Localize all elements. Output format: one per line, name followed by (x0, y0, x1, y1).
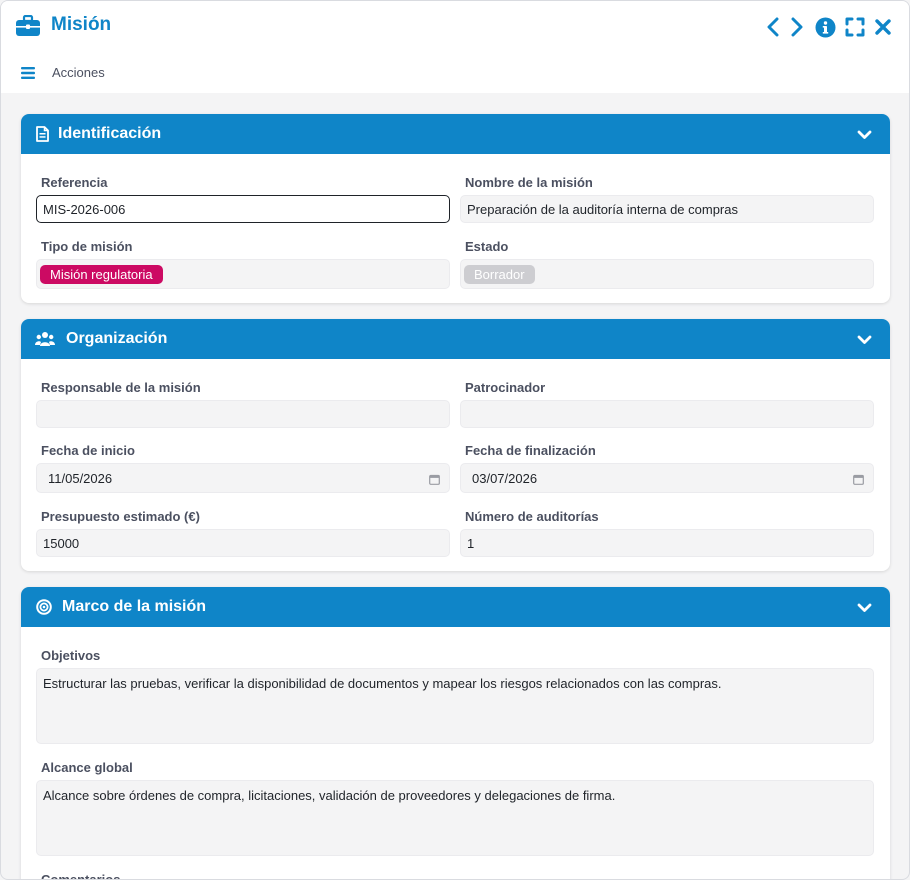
alcance-label: Alcance global (41, 760, 133, 775)
calendar-icon[interactable] (853, 473, 864, 488)
mission-window: Misión Acciones Identificación Referenci… (0, 0, 910, 880)
chevron-down-icon[interactable] (857, 600, 872, 618)
alcance-textarea[interactable]: Alcance sobre órdenes de compra, licitac… (36, 780, 874, 856)
organizacion-header[interactable]: Organización (21, 319, 890, 359)
hamburger-menu-icon (21, 66, 35, 79)
fullscreen-button[interactable] (844, 15, 866, 39)
identificacion-title: Identificación (58, 125, 162, 142)
num-auditorias-input[interactable]: 1 (460, 529, 874, 557)
title-bar: Misión Acciones (1, 1, 909, 93)
tipo-tag: Misión regulatoria (40, 264, 163, 284)
presupuesto-label: Presupuesto estimado (€) (41, 509, 200, 524)
target-icon (36, 599, 52, 620)
fecha-inicio-input[interactable]: 11/05/2026 (36, 463, 450, 493)
identificacion-header[interactable]: Identificación (21, 114, 890, 154)
tipo-label: Tipo de misión (41, 239, 133, 254)
info-button[interactable] (814, 15, 836, 39)
chevron-down-icon[interactable] (857, 332, 872, 350)
referencia-label: Referencia (41, 175, 108, 190)
window-title: Misión (51, 14, 112, 35)
next-button[interactable] (789, 15, 805, 39)
objetivos-textarea[interactable]: Estructurar las pruebas, verificar la di… (36, 668, 874, 744)
calendar-icon[interactable] (429, 473, 440, 488)
document-icon (36, 126, 49, 147)
fecha-inicio-value: 11/05/2026 (48, 470, 113, 486)
briefcase-icon (16, 14, 40, 37)
nombre-label: Nombre de la misión (465, 175, 593, 190)
fecha-fin-value: 03/07/2026 (472, 470, 538, 486)
num-auditorias-label: Número de auditorías (465, 509, 599, 524)
estado-label: Estado (465, 239, 509, 254)
close-button[interactable] (872, 15, 894, 39)
actions-label: Acciones (52, 65, 105, 80)
actions-menu[interactable]: Acciones (21, 65, 105, 80)
users-icon (35, 331, 55, 352)
comentarios-label: Comentarios (41, 872, 121, 880)
estado-select[interactable]: Borrador (460, 259, 874, 289)
patrocinador-input[interactable] (460, 400, 874, 428)
responsable-input[interactable] (36, 400, 450, 428)
marco-panel: Marco de la misión Objetivos Estructurar… (21, 587, 890, 880)
organizacion-title: Organización (66, 330, 168, 347)
fecha-fin-input[interactable]: 03/07/2026 (460, 463, 874, 493)
info-icon (815, 17, 835, 37)
marco-header[interactable]: Marco de la misión (21, 587, 890, 627)
referencia-input[interactable]: MIS-2026-006 (36, 195, 450, 223)
close-icon (875, 19, 891, 35)
fecha-inicio-label: Fecha de inicio (41, 443, 135, 458)
objetivos-label: Objetivos (41, 648, 101, 663)
patrocinador-label: Patrocinador (465, 380, 546, 395)
fecha-fin-label: Fecha de finalización (465, 443, 596, 458)
organizacion-panel: Organización Responsable de la misión Pa… (21, 319, 890, 571)
identificacion-panel: Identificación Referencia MIS-2026-006 N… (21, 114, 890, 303)
presupuesto-input[interactable]: 15000 (36, 529, 450, 557)
chevron-down-icon[interactable] (857, 127, 872, 145)
chevron-right-icon (791, 17, 803, 37)
expand-icon (845, 17, 865, 37)
chevron-left-icon (767, 17, 779, 37)
marco-title: Marco de la misión (62, 598, 207, 615)
responsable-label: Responsable de la misión (41, 380, 201, 395)
nombre-input[interactable]: Preparación de la auditoría interna de c… (460, 195, 874, 223)
estado-tag: Borrador (464, 264, 535, 284)
tipo-select[interactable]: Misión regulatoria (36, 259, 450, 289)
previous-button[interactable] (765, 15, 781, 39)
